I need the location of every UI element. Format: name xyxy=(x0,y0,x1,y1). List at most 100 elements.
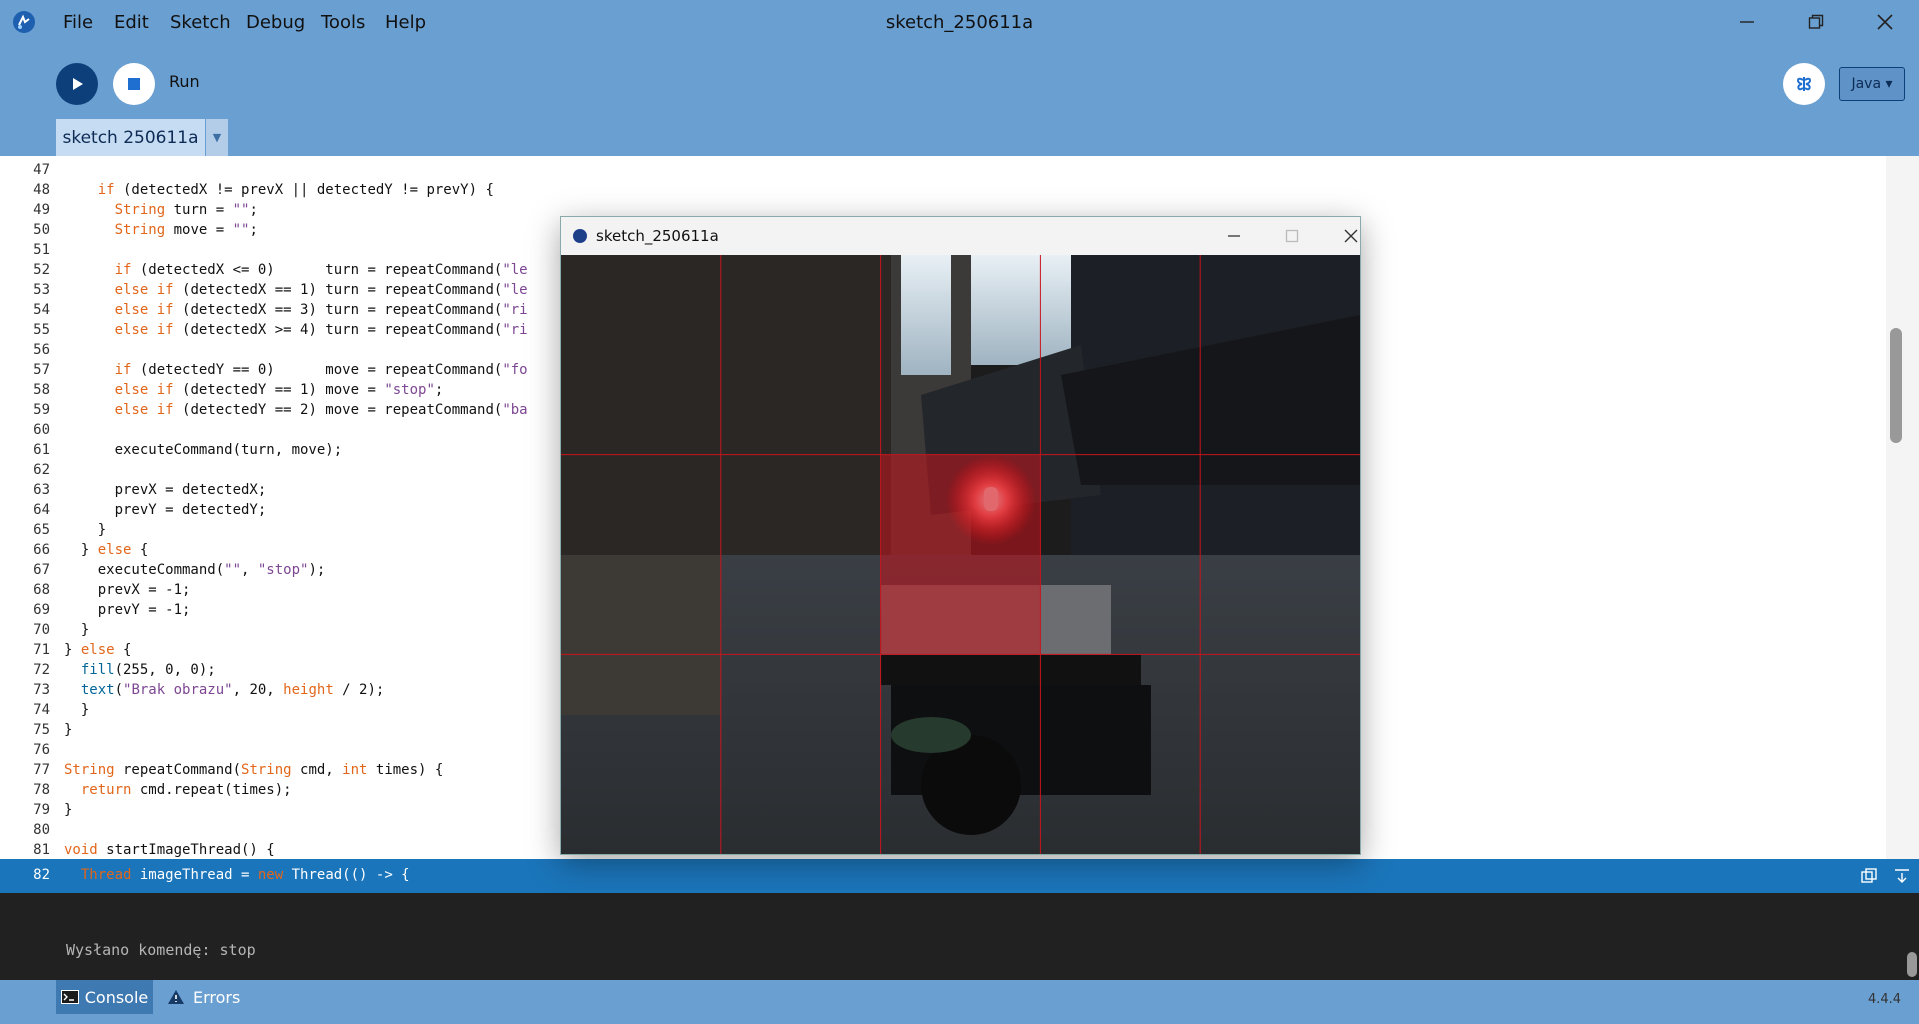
window-title: sketch_250611a xyxy=(885,12,1034,33)
line-number: 66 xyxy=(33,542,50,558)
line-number: 81 xyxy=(33,842,50,858)
line-number: 48 xyxy=(33,182,50,198)
code-line: String repeatCommand(String cmd, int tim… xyxy=(64,762,444,778)
code-line: executeCommand("", "stop"); xyxy=(64,562,326,578)
code-line: } xyxy=(64,702,90,718)
line-number: 73 xyxy=(33,682,50,698)
code-line: if (detectedY == 0) move = repeatCommand… xyxy=(114,362,528,378)
line-number: 60 xyxy=(33,422,50,438)
code-line: return cmd.repeat(times); xyxy=(80,782,292,798)
sketch-close-button[interactable] xyxy=(1329,221,1373,251)
code-line: text("Brak obrazu", 20, height / 2); xyxy=(80,682,385,698)
run-label: Run xyxy=(169,72,200,91)
copy-icon[interactable] xyxy=(1860,867,1878,885)
sketch-window[interactable]: sketch_250611a xyxy=(560,216,1361,855)
mode-select[interactable]: Java ▾ xyxy=(1839,67,1905,101)
footer-bar xyxy=(0,980,1919,1024)
line-number: 77 xyxy=(33,762,50,778)
code-line: else if (detectedX == 1) turn = repeatCo… xyxy=(114,282,528,298)
console-scrollbar-thumb[interactable] xyxy=(1907,952,1917,977)
restore-button[interactable] xyxy=(1788,6,1844,38)
code-line: prevY = -1; xyxy=(64,602,191,618)
sketch-minimize-button[interactable] xyxy=(1212,221,1256,251)
code-line: } xyxy=(64,522,107,538)
console-panel: Wysłano komendę: stop xyxy=(0,893,1919,980)
line-number: 68 xyxy=(33,582,50,598)
line-number: 51 xyxy=(33,242,50,258)
line-number: 50 xyxy=(33,222,50,238)
line-number: 54 xyxy=(33,302,50,318)
collapse-console-icon[interactable] xyxy=(1893,867,1911,885)
line-number: 56 xyxy=(33,342,50,358)
line-number: 76 xyxy=(33,742,50,758)
current-line-bar: 82 Thread imageThread = new Thread(() ->… xyxy=(0,859,1919,893)
code-line: fill(255, 0, 0); xyxy=(80,662,216,678)
version-label: 4.4.4 xyxy=(1868,992,1902,1007)
camera-feed xyxy=(561,255,1360,854)
code-line: if (detectedX != prevX || detectedY != p… xyxy=(97,182,494,198)
line-number: 53 xyxy=(33,282,50,298)
line-number: 71 xyxy=(33,642,50,658)
line-number: 74 xyxy=(33,702,50,718)
line-number: 67 xyxy=(33,562,50,578)
line-number: 63 xyxy=(33,482,50,498)
stop-button[interactable] xyxy=(113,63,155,105)
line-number: 79 xyxy=(33,802,50,818)
tab-errors-label: Errors xyxy=(193,987,241,1007)
code-line: executeCommand(turn, move); xyxy=(64,442,343,458)
sketch-maximize-button[interactable] xyxy=(1270,221,1314,251)
code-line: Thread imageThread = new Thread(() -> { xyxy=(80,867,410,883)
code-line: prevX = -1; xyxy=(64,582,191,598)
code-line: else if (detectedY == 1) move = "stop"; xyxy=(114,382,444,398)
editor-scrollbar-thumb[interactable] xyxy=(1890,328,1902,443)
line-number: 72 xyxy=(33,662,50,678)
play-icon xyxy=(73,78,83,90)
editor-scrollbar[interactable] xyxy=(1886,156,1919,859)
tab-sketch[interactable]: sketch 250611a xyxy=(56,119,205,156)
code-line: } else { xyxy=(64,642,132,658)
line-number: 69 xyxy=(33,602,50,618)
camera-image xyxy=(561,255,1360,854)
close-icon xyxy=(1344,229,1358,243)
code-line: if (detectedX <= 0) turn = repeatCommand… xyxy=(114,262,528,278)
line-number: 49 xyxy=(33,202,50,218)
minimize-icon xyxy=(1228,235,1240,237)
code-line: else if (detectedX >= 4) turn = repeatCo… xyxy=(114,322,528,338)
line-number: 61 xyxy=(33,442,50,458)
maximize-icon xyxy=(1285,229,1299,243)
sketch-window-title: sketch_250611a xyxy=(596,227,719,245)
code-line: else if (detectedY == 2) move = repeatCo… xyxy=(114,402,528,418)
tab-menu-button[interactable]: ▼ xyxy=(206,119,228,156)
chevron-down-icon: ▼ xyxy=(212,131,222,144)
code-line: void startImageThread() { xyxy=(64,842,275,858)
line-number: 57 xyxy=(33,362,50,378)
tab-console-label: Console xyxy=(84,987,149,1007)
stop-icon xyxy=(128,78,140,90)
code-line: prevY = detectedY; xyxy=(64,502,267,518)
sketch-window-title-bar[interactable]: sketch_250611a xyxy=(561,217,1360,255)
tab-console[interactable]: Console xyxy=(56,980,153,1014)
restore-icon xyxy=(1808,14,1824,29)
code-line: } xyxy=(64,802,73,818)
sketch-app-icon xyxy=(573,229,587,243)
minimize-button[interactable] xyxy=(1719,6,1775,38)
warning-icon xyxy=(168,990,184,1004)
line-number: 65 xyxy=(33,522,50,538)
line-number: 52 xyxy=(33,262,50,278)
code-line: } xyxy=(64,622,90,638)
close-button[interactable] xyxy=(1857,6,1913,38)
terminal-icon xyxy=(60,990,79,1004)
line-number: 75 xyxy=(33,722,50,738)
line-number: 47 xyxy=(33,162,50,178)
debugger-button[interactable] xyxy=(1783,63,1825,105)
minimize-icon xyxy=(1740,21,1754,23)
tab-errors[interactable]: Errors xyxy=(167,980,277,1014)
run-button[interactable] xyxy=(56,63,98,105)
butterfly-debug-icon xyxy=(1797,77,1811,91)
code-line: } else { xyxy=(64,542,149,558)
detected-cell-highlight xyxy=(880,454,1041,655)
line-number: 59 xyxy=(33,402,50,418)
code-line: else if (detectedX == 3) turn = repeatCo… xyxy=(114,302,528,318)
code-line: prevX = detectedX; xyxy=(64,482,267,498)
line-number: 78 xyxy=(33,782,50,798)
